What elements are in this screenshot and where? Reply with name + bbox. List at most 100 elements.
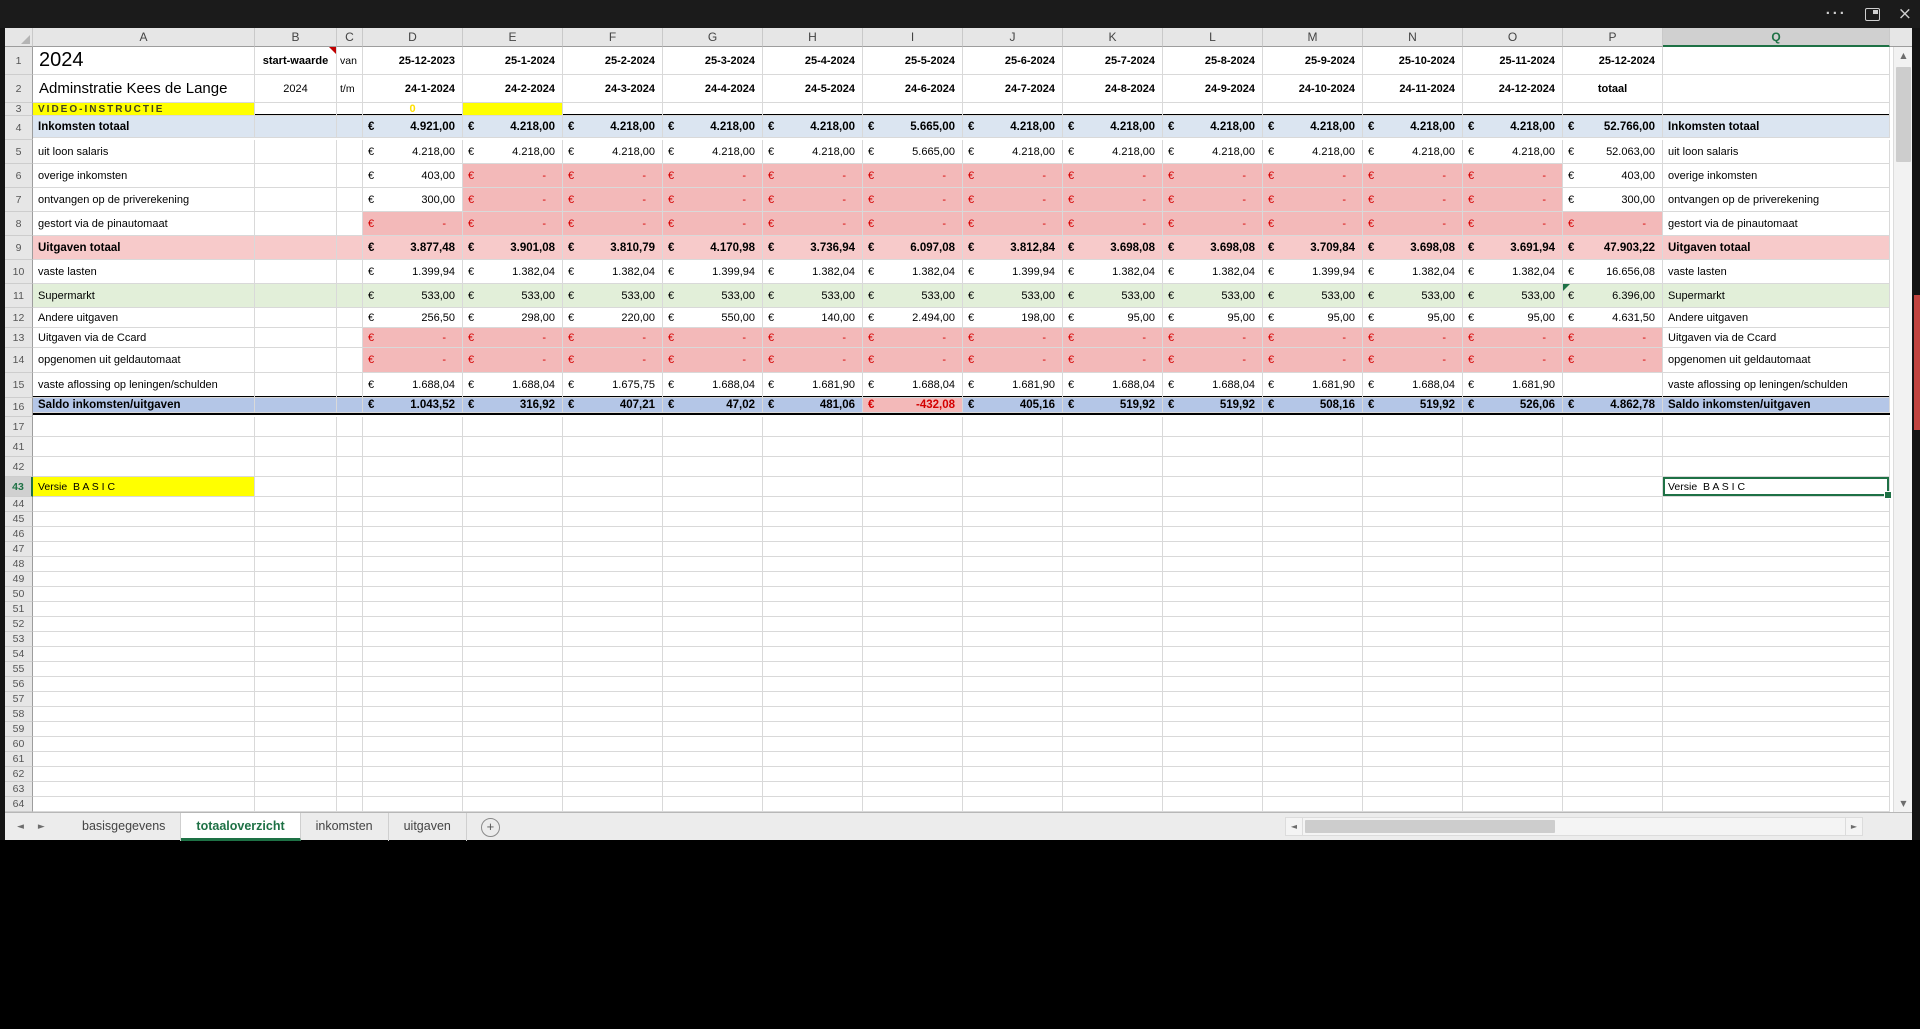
cell[interactable]	[1163, 477, 1263, 497]
cell[interactable]: €533,00	[1163, 284, 1263, 308]
cell[interactable]	[1263, 587, 1363, 602]
cell[interactable]	[663, 527, 763, 542]
cell[interactable]: €1.688,04	[463, 373, 563, 398]
cell[interactable]: €-	[1463, 328, 1563, 348]
cell[interactable]	[337, 140, 363, 164]
cell[interactable]: €-	[1563, 348, 1663, 373]
cell-period-start-date[interactable]: 25-8-2024	[1163, 47, 1263, 75]
cell-mirror-label[interactable]: uit loon salaris	[1663, 140, 1890, 164]
row-header-61[interactable]: 61	[5, 752, 33, 767]
cell[interactable]	[1263, 437, 1363, 457]
cell[interactable]	[1563, 587, 1663, 602]
cell[interactable]: €1.382,04	[1063, 260, 1163, 284]
cell[interactable]	[1163, 767, 1263, 782]
cell[interactable]	[1463, 722, 1563, 737]
cell-row-label[interactable]: vaste aflossing op leningen/schulden	[33, 373, 255, 398]
cell[interactable]: €4.218,00	[1363, 140, 1463, 164]
cell[interactable]	[1563, 542, 1663, 557]
cell[interactable]	[1163, 457, 1263, 477]
cell-row-label[interactable]: overige inkomsten	[33, 164, 255, 188]
cell[interactable]: €3.877,48	[363, 236, 463, 260]
cell[interactable]	[363, 527, 463, 542]
cell[interactable]: €1.681,90	[1463, 373, 1563, 398]
cell[interactable]	[1463, 782, 1563, 797]
cell[interactable]	[463, 527, 563, 542]
cell[interactable]	[463, 572, 563, 587]
cell[interactable]	[33, 417, 255, 437]
cell[interactable]	[463, 617, 563, 632]
cell[interactable]: €533,00	[1063, 284, 1163, 308]
cell[interactable]: €526,06	[1463, 398, 1563, 413]
cell[interactable]	[563, 677, 663, 692]
cell[interactable]: €-	[1063, 348, 1163, 373]
cell[interactable]: €-	[563, 212, 663, 236]
row-header-55[interactable]: 55	[5, 662, 33, 677]
cell[interactable]: €-	[1163, 164, 1263, 188]
cell[interactable]	[1063, 797, 1163, 812]
tab-inkomsten[interactable]: inkomsten	[301, 813, 389, 841]
cell[interactable]	[1463, 572, 1563, 587]
cell[interactable]	[363, 542, 463, 557]
cell[interactable]: €1.382,04	[1463, 260, 1563, 284]
cell[interactable]	[963, 587, 1063, 602]
cell-row-label[interactable]: ontvangen op de priverekening	[33, 188, 255, 212]
cell[interactable]	[1663, 617, 1890, 632]
cell[interactable]	[337, 527, 363, 542]
cell[interactable]: €550,00	[663, 308, 763, 328]
cell[interactable]	[763, 632, 863, 647]
cell[interactable]	[763, 797, 863, 812]
cell-mirror-label[interactable]: Andere uitgaven	[1663, 308, 1890, 328]
cell[interactable]: €-	[863, 348, 963, 373]
cell[interactable]	[463, 752, 563, 767]
row-header-60[interactable]: 60	[5, 737, 33, 752]
cell[interactable]: €519,92	[1363, 398, 1463, 413]
cell[interactable]	[1363, 782, 1463, 797]
cell[interactable]	[1263, 767, 1363, 782]
cell[interactable]	[255, 602, 337, 617]
cell[interactable]	[563, 662, 663, 677]
cell[interactable]	[363, 737, 463, 752]
cell[interactable]	[337, 457, 363, 477]
cell[interactable]	[1563, 602, 1663, 617]
cell[interactable]	[255, 164, 337, 188]
cell[interactable]	[463, 797, 563, 812]
cell[interactable]	[663, 662, 763, 677]
cell[interactable]: €533,00	[763, 284, 863, 308]
cell[interactable]: €95,00	[1263, 308, 1363, 328]
cell[interactable]: €1.043,52	[363, 398, 463, 413]
cell[interactable]: €-	[663, 164, 763, 188]
cell-yellow-highlight[interactable]	[463, 103, 563, 116]
cell[interactable]	[337, 707, 363, 722]
cell[interactable]	[563, 437, 663, 457]
cell[interactable]: €4.218,00	[1263, 116, 1363, 138]
cell[interactable]	[1063, 782, 1163, 797]
cell[interactable]: €3.698,08	[1163, 236, 1263, 260]
cell[interactable]	[1363, 527, 1463, 542]
cell[interactable]	[563, 512, 663, 527]
cell[interactable]	[1363, 542, 1463, 557]
cell[interactable]	[463, 662, 563, 677]
cell[interactable]	[255, 417, 337, 437]
cell[interactable]	[33, 542, 255, 557]
cell[interactable]: €403,00	[1563, 164, 1663, 188]
cell[interactable]	[863, 752, 963, 767]
cell[interactable]	[963, 707, 1063, 722]
cell[interactable]	[1463, 557, 1563, 572]
row-header-47[interactable]: 47	[5, 542, 33, 557]
cell[interactable]	[33, 752, 255, 767]
column-header-O[interactable]: O	[1463, 28, 1563, 47]
cell[interactable]: €-	[1263, 328, 1363, 348]
cell[interactable]	[1263, 737, 1363, 752]
cell[interactable]: €-	[463, 212, 563, 236]
cell[interactable]: €-	[763, 328, 863, 348]
cell[interactable]	[1663, 677, 1890, 692]
cell[interactable]	[1263, 662, 1363, 677]
cell[interactable]	[663, 103, 763, 116]
cell-period-start-date[interactable]: 25-7-2024	[1063, 47, 1163, 75]
horizontal-scrollbar[interactable]: ◄ ►	[1285, 817, 1863, 836]
cell[interactable]	[1263, 647, 1363, 662]
cell[interactable]	[337, 752, 363, 767]
cell[interactable]	[763, 497, 863, 512]
cell[interactable]	[337, 398, 363, 413]
cell[interactable]	[663, 497, 763, 512]
